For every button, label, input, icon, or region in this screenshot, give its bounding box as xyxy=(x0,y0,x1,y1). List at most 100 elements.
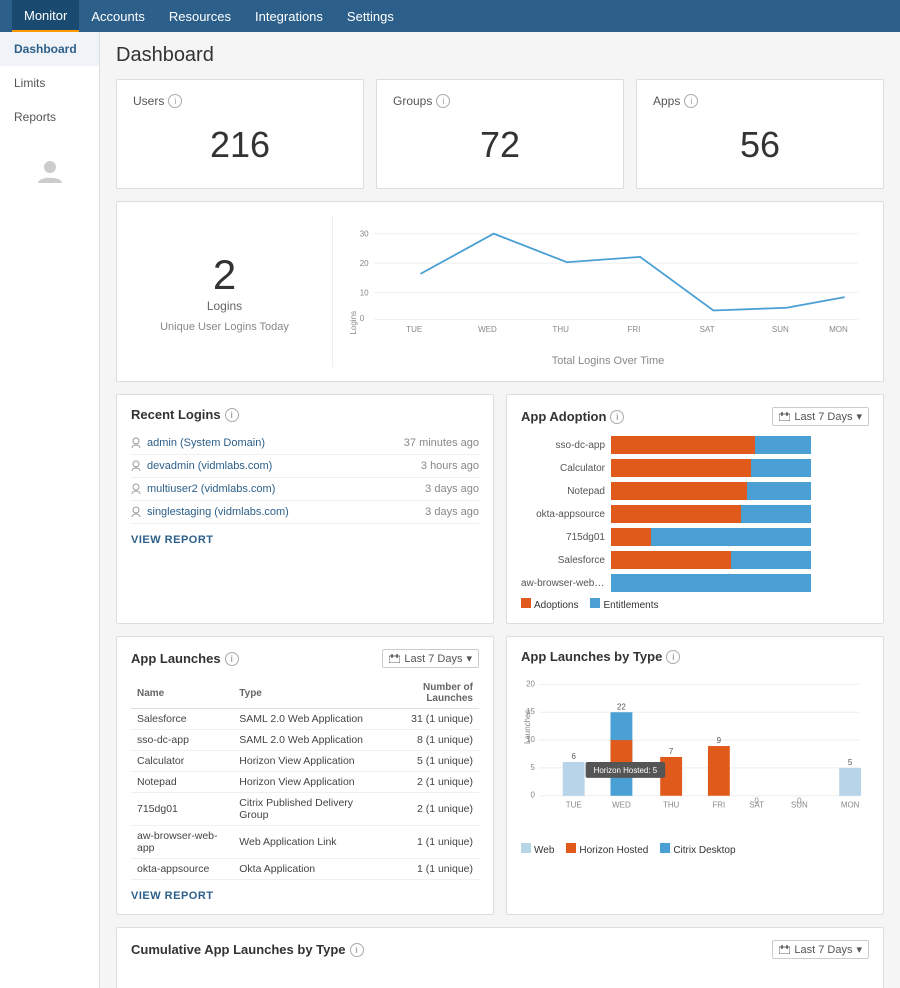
launches-by-type-chart-container: 20 15 10 5 0 Launches xyxy=(521,674,869,837)
adoption-bar-row: okta-appsource xyxy=(521,505,869,523)
cumulative-info-icon[interactable]: i xyxy=(350,943,364,957)
adoption-bar-row: aw-browser-web-a... xyxy=(521,574,869,592)
table-row: sso-dc-app SAML 2.0 Web Application 8 (1… xyxy=(131,730,479,751)
svg-text:5: 5 xyxy=(848,758,853,767)
recent-logins-view-report[interactable]: VIEW REPORT xyxy=(131,534,214,546)
bar-orange xyxy=(611,528,651,546)
app-launches-info-icon[interactable]: i xyxy=(225,652,239,666)
svg-text:FRI: FRI xyxy=(627,325,640,334)
svg-text:10: 10 xyxy=(360,288,369,297)
svg-text:22: 22 xyxy=(617,702,626,711)
recent-logins-header: Recent Logins i xyxy=(131,407,479,422)
table-row: 715dg01 Citrix Published Delivery Group … xyxy=(131,793,479,826)
bar-blue xyxy=(731,551,811,569)
adoption-bar-track xyxy=(611,528,869,546)
svg-text:6: 6 xyxy=(571,752,576,761)
nav-monitor[interactable]: Monitor xyxy=(12,0,79,32)
svg-text:9: 9 xyxy=(717,736,722,745)
app-launches-header: App Launches i Last 7 Days ▾ xyxy=(131,649,479,668)
nav-resources[interactable]: Resources xyxy=(157,0,243,32)
app-launches-dropdown[interactable]: Last 7 Days ▾ xyxy=(382,649,479,668)
login-section: 2 Logins Unique User Logins Today 30 20 … xyxy=(116,201,884,382)
logins-line-chart: 30 20 10 0 Logins xyxy=(349,216,867,346)
app-launches-table: Name Type Number of Launches Salesforce … xyxy=(131,678,479,880)
apps-value: 56 xyxy=(653,108,867,174)
sidebar-item-limits[interactable]: Limits xyxy=(0,66,99,100)
svg-text:TUE: TUE xyxy=(406,325,422,334)
table-row: aw-browser-web-app Web Application Link … xyxy=(131,826,479,859)
row-logins-adoption: Recent Logins i admin (System Domain) 37… xyxy=(116,394,884,624)
adoption-bar-label: Salesforce xyxy=(521,555,611,566)
calendar-icon xyxy=(779,412,790,421)
donut-area: 50 Total 7 Horizon Hosted 14% xyxy=(131,969,869,988)
svg-text:WED: WED xyxy=(612,801,631,810)
calendar-icon-3 xyxy=(779,945,790,954)
bar-orange xyxy=(611,436,755,454)
app-adoption-dropdown[interactable]: Last 7 Days ▾ xyxy=(772,407,869,426)
nav-settings[interactable]: Settings xyxy=(335,0,406,32)
adoption-bar-row: Salesforce xyxy=(521,551,869,569)
login-count: 2 xyxy=(213,251,236,299)
users-info-icon[interactable]: i xyxy=(168,94,182,108)
stat-card-users: Users i 216 xyxy=(116,79,364,189)
cumulative-header: Cumulative App Launches by Type i Last 7… xyxy=(131,940,869,959)
svg-text:SUN: SUN xyxy=(772,325,789,334)
stat-card-apps: Apps i 56 xyxy=(636,79,884,189)
bar-orange xyxy=(611,551,731,569)
svg-text:Logins: Logins xyxy=(349,311,358,335)
app-launches-view-report[interactable]: VIEW REPORT xyxy=(131,890,214,902)
table-row: Calculator Horizon View Application 5 (1… xyxy=(131,751,479,772)
bar-blue xyxy=(651,528,811,546)
app-launches-by-type-panel: App Launches by Type i 20 15 10 5 0 Laun… xyxy=(506,636,884,915)
groups-info-icon[interactable]: i xyxy=(436,94,450,108)
bar-blue xyxy=(611,574,811,592)
recent-logins-info-icon[interactable]: i xyxy=(225,408,239,422)
adoption-legend: Adoptions Entitlements xyxy=(521,598,869,611)
adoption-bar-label: 715dg01 xyxy=(521,532,611,543)
adoption-bar-label: aw-browser-web-a... xyxy=(521,578,611,589)
app-adoption-panel: App Adoption i Last 7 Days ▾ sso-dc-app … xyxy=(506,394,884,624)
cumulative-dropdown[interactable]: Last 7 Days ▾ xyxy=(772,940,869,959)
svg-text:THU: THU xyxy=(663,801,680,810)
adoption-bar-track xyxy=(611,551,869,569)
main-content: Dashboard Users i 216 Groups i 72 Apps xyxy=(100,32,900,988)
col-type: Type xyxy=(233,678,376,709)
svg-text:0: 0 xyxy=(360,314,365,323)
groups-value: 72 xyxy=(393,108,607,174)
sidebar-item-dashboard[interactable]: Dashboard xyxy=(0,32,99,66)
stat-cards: Users i 216 Groups i 72 Apps i 56 xyxy=(116,79,884,189)
svg-text:TUE: TUE xyxy=(566,801,582,810)
adoption-bar-label: sso-dc-app xyxy=(521,440,611,451)
login-user: admin (System Domain) xyxy=(131,437,265,449)
sidebar: Dashboard Limits Reports xyxy=(0,32,100,988)
launches-by-type-title: App Launches by Type i xyxy=(521,649,680,664)
apps-info-icon[interactable]: i xyxy=(684,94,698,108)
tooltip-text: Horizon Hosted: 5 xyxy=(594,766,658,775)
users-label: Users i xyxy=(133,94,347,108)
table-row: Notepad Horizon View Application 2 (1 un… xyxy=(131,772,479,793)
adoption-bar-row: 715dg01 xyxy=(521,528,869,546)
cumulative-title: Cumulative App Launches by Type i xyxy=(131,942,364,957)
nav-integrations[interactable]: Integrations xyxy=(243,0,335,32)
login-row: admin (System Domain) 37 minutes ago xyxy=(131,432,479,455)
app-adoption-info-icon[interactable]: i xyxy=(610,410,624,424)
svg-text:MON: MON xyxy=(829,325,848,334)
user-icon-small xyxy=(131,460,141,472)
login-chart: 30 20 10 0 Logins xyxy=(333,216,867,367)
bar-orange xyxy=(611,459,751,477)
launches-by-type-legend: Web Horizon Hosted Citrix Desktop xyxy=(521,843,869,856)
launches-by-type-info-icon[interactable]: i xyxy=(666,650,680,664)
adoption-bar-row: Notepad xyxy=(521,482,869,500)
sidebar-item-reports[interactable]: Reports xyxy=(0,100,99,134)
row-launches: App Launches i Last 7 Days ▾ Name Type xyxy=(116,636,884,915)
svg-text:20: 20 xyxy=(526,679,535,688)
nav-accounts[interactable]: Accounts xyxy=(79,0,156,32)
svg-text:THU: THU xyxy=(552,325,569,334)
svg-text:20: 20 xyxy=(360,259,369,268)
svg-text:7: 7 xyxy=(669,747,674,756)
login-user: devadmin (vidmlabs.com) xyxy=(131,460,272,472)
bar-orange xyxy=(611,505,741,523)
adoption-bar-row: Calculator xyxy=(521,459,869,477)
svg-text:MON: MON xyxy=(841,801,860,810)
adoption-bar-track xyxy=(611,505,869,523)
